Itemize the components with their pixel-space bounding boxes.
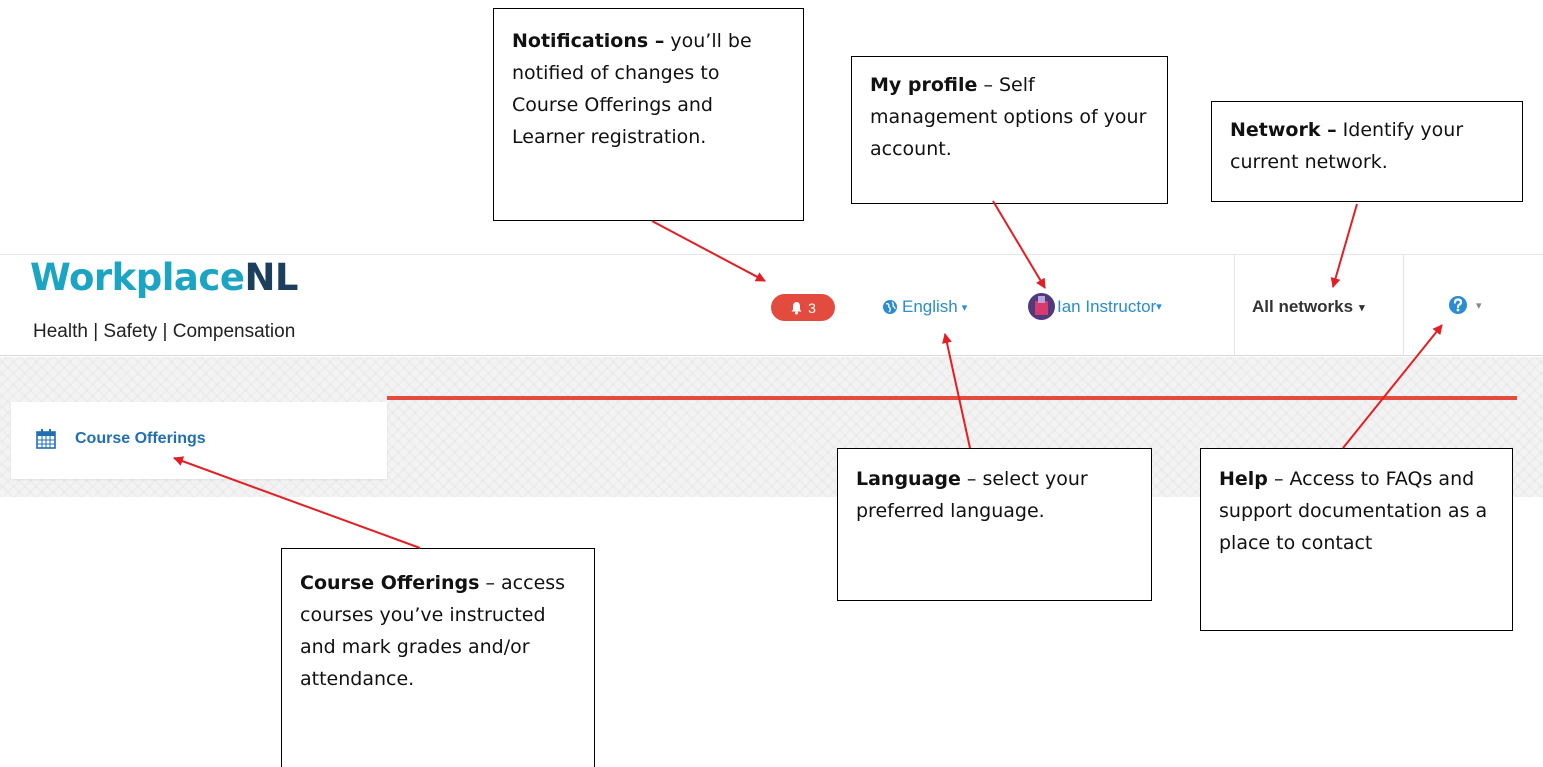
network-label: All networks [1252, 297, 1354, 316]
notifications-count: 3 [808, 299, 816, 316]
question-circle-icon [1449, 296, 1467, 314]
callout-course-offerings: Course Offerings – access courses you’ve… [281, 548, 595, 767]
callout-title: Network – [1230, 119, 1337, 141]
brand-logo[interactable]: WorkplaceNL [30, 255, 298, 301]
chevron-down-icon: ▾ [1359, 301, 1365, 314]
callout-title: Help [1219, 468, 1268, 490]
callout-network: Network – Identify your current network. [1211, 101, 1523, 202]
callout-title: Language [856, 468, 961, 490]
chevron-down-icon: ▾ [1156, 301, 1162, 313]
callout-language: Language – select your preferred languag… [837, 448, 1152, 601]
callout-help: Help – Access to FAQs and support docume… [1200, 448, 1513, 631]
callout-notifications: Notifications – you’ll be notified of ch… [493, 8, 804, 221]
accent-divider [387, 396, 1517, 400]
globe-icon [883, 300, 897, 314]
sidebar-item-label: Course Offerings [75, 430, 206, 447]
sidebar-item-course-offerings[interactable]: Course Offerings [35, 428, 206, 450]
language-label: English [902, 297, 958, 316]
chevron-down-icon: ▾ [961, 301, 968, 314]
profile-name: Ian Instructor [1057, 296, 1157, 316]
chevron-down-icon: ▾ [1476, 298, 1482, 312]
callout-title: My profile [870, 74, 978, 96]
network-selector-cell: All networks ▾ [1234, 255, 1404, 356]
avatar [1028, 293, 1055, 320]
logo-tagline: Health | Safety | Compensation [33, 321, 296, 342]
sidebar-nav: Course Offerings [11, 402, 387, 479]
callout-title: Notifications – [512, 30, 665, 52]
help-menu[interactable]: ▾ [1448, 295, 1482, 315]
calendar-icon [36, 429, 56, 449]
callout-title: Course Offerings [300, 572, 480, 594]
logo-text: Workplace [30, 256, 245, 299]
notifications-button[interactable]: 3 [771, 294, 835, 321]
profile-menu[interactable]: Ian Instructor ▾ [1028, 293, 1162, 320]
language-selector[interactable]: English ▾ [882, 297, 967, 317]
callout-profile: My profile – Self management options of … [851, 56, 1168, 204]
app-header: WorkplaceNL Health | Safety | Compensati… [0, 254, 1543, 356]
network-selector[interactable]: All networks ▾ [1252, 297, 1365, 317]
bell-icon [791, 301, 802, 314]
logo-suffix: NL [244, 256, 298, 299]
